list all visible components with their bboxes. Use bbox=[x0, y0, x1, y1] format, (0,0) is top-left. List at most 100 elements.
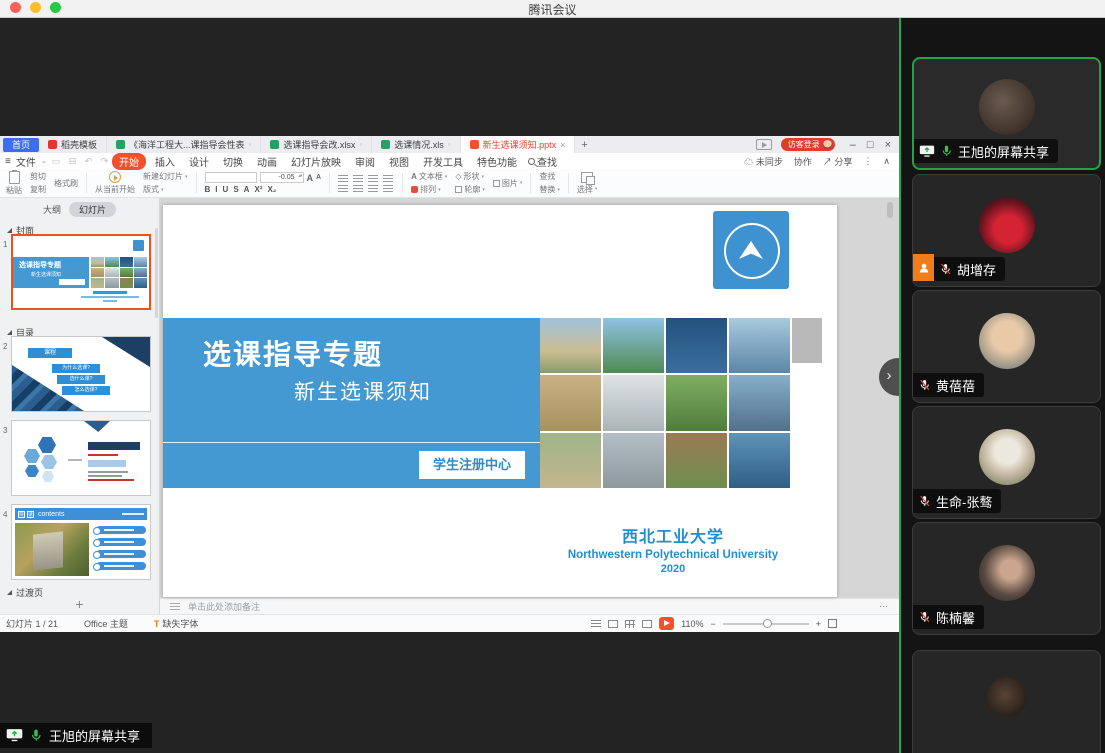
find-button[interactable]: 查找 bbox=[539, 171, 560, 182]
missing-font-warning[interactable]: T 缺失字体 bbox=[154, 617, 199, 630]
zoom-slider-knob[interactable] bbox=[763, 619, 772, 628]
underline-button[interactable]: U bbox=[223, 185, 229, 194]
slide-editor[interactable]: 选课指导专题 新生选课须知 学生注册中心 西北工业大学 Nor bbox=[163, 205, 837, 597]
panel-expand-button[interactable]: › bbox=[879, 358, 899, 396]
video-mode-icon[interactable] bbox=[756, 139, 772, 150]
strikethrough-button[interactable]: S bbox=[233, 185, 238, 194]
share-button[interactable]: ↗ 分享 bbox=[823, 155, 853, 168]
textbox-button[interactable]: A文本框▾ bbox=[411, 171, 447, 182]
doc-tab-xls-2[interactable]: 选课情况.xls ◦ bbox=[372, 136, 460, 153]
more-menu-icon[interactable]: ⋮ bbox=[863, 156, 872, 167]
menu-view[interactable]: 视图 bbox=[382, 153, 416, 170]
find-menu[interactable]: 查找 bbox=[528, 154, 557, 169]
play-from-current-button[interactable]: 从当前开始 bbox=[95, 171, 135, 195]
normal-view-icon[interactable] bbox=[591, 620, 601, 628]
picture-button[interactable]: 图片▾ bbox=[493, 178, 523, 189]
copy-button[interactable]: 复制 bbox=[30, 184, 46, 195]
zoom-in-button[interactable]: + bbox=[816, 619, 821, 629]
slide-thumbnail-2[interactable]: 课程 为什么选课? 选什么课? 怎么选课? bbox=[11, 336, 151, 412]
zoom-out-button[interactable]: − bbox=[710, 619, 715, 629]
menu-design[interactable]: 设计 bbox=[182, 153, 216, 170]
decrease-font-icon[interactable]: A bbox=[316, 174, 321, 181]
zoom-level[interactable]: 110% bbox=[681, 619, 703, 629]
participant-tile[interactable]: 陈楠馨 bbox=[912, 522, 1101, 635]
pin-icon[interactable]: ◦ bbox=[448, 140, 451, 149]
italic-button[interactable]: I bbox=[215, 185, 217, 194]
participant-tile-partial[interactable] bbox=[912, 650, 1101, 753]
pin-icon[interactable]: ◦ bbox=[359, 140, 362, 149]
notes-bar[interactable]: 单击此处添加备注 ⋯ bbox=[160, 598, 899, 614]
format-painter-button[interactable]: 格式刷 bbox=[54, 178, 78, 189]
indent-decrease-icon[interactable] bbox=[368, 175, 378, 182]
fit-slide-icon[interactable] bbox=[828, 619, 837, 628]
arrange-button[interactable]: 排列▾ bbox=[411, 184, 447, 195]
slide-view-icon[interactable] bbox=[608, 620, 618, 628]
add-slide-button[interactable]: + bbox=[0, 596, 159, 612]
outline-button[interactable]: 轮廓▾ bbox=[455, 184, 485, 195]
menu-insert[interactable]: 插入 bbox=[148, 153, 182, 170]
sync-status[interactable]: ☁ 未同步 bbox=[744, 155, 783, 168]
notes-more-icon[interactable]: ⋯ bbox=[879, 601, 889, 612]
menu-animation[interactable]: 动画 bbox=[250, 153, 284, 170]
align-right-icon[interactable] bbox=[368, 185, 378, 192]
zoom-slider[interactable] bbox=[723, 623, 809, 625]
collapse-ribbon-icon[interactable]: ∧ bbox=[883, 156, 890, 167]
align-center-icon[interactable] bbox=[353, 185, 363, 192]
font-size-input[interactable]: -0.05 bbox=[260, 172, 304, 183]
replace-button[interactable]: 替换▾ bbox=[539, 184, 560, 195]
menu-devtools[interactable]: 开发工具 bbox=[416, 153, 470, 170]
maximize-icon[interactable]: □ bbox=[867, 139, 874, 151]
bold-button[interactable]: B bbox=[205, 185, 211, 194]
collaborate-button[interactable]: 协作 bbox=[794, 155, 812, 168]
reading-view-icon[interactable] bbox=[642, 620, 652, 628]
doc-tab-docer[interactable]: 稻壳模板 bbox=[39, 136, 107, 153]
new-slide-button[interactable]: 新建幻灯片▾ bbox=[143, 171, 188, 182]
menu-transition[interactable]: 切换 bbox=[216, 153, 250, 170]
superscript-button[interactable]: X² bbox=[254, 185, 262, 194]
subscript-button[interactable]: X₂ bbox=[267, 185, 276, 194]
tab-outline[interactable]: 大纲 bbox=[43, 203, 61, 216]
panel-scrollbar[interactable] bbox=[155, 228, 158, 318]
doc-tab-pptx-active[interactable]: 新生选课须知.pptx × bbox=[461, 136, 576, 153]
slideshow-play-button[interactable] bbox=[659, 617, 674, 630]
slide-thumbnail-3[interactable] bbox=[11, 420, 151, 496]
file-menu[interactable]: ≡ 文件 ⌄ ▭ ⊟ ↶ ↷ bbox=[0, 154, 112, 169]
pin-icon[interactable]: ◦ bbox=[249, 140, 252, 149]
participant-tile[interactable]: 黄蓓蓓 bbox=[912, 290, 1101, 403]
doc-tab-xls-1[interactable]: 《海洋工程大...课指导会性表 ◦ bbox=[107, 136, 261, 153]
guest-login-badge[interactable]: 访客登录 bbox=[781, 138, 835, 151]
minimize-icon[interactable]: – bbox=[850, 139, 856, 151]
numbering-icon[interactable] bbox=[353, 175, 363, 182]
slide-thumbnail-4[interactable]: 目 录 contents bbox=[11, 504, 151, 580]
paste-button[interactable]: 粘贴 bbox=[6, 171, 22, 196]
justify-icon[interactable] bbox=[383, 185, 393, 192]
layout-button[interactable]: 版式▾ bbox=[143, 184, 188, 195]
cut-button[interactable]: 剪切 bbox=[30, 171, 46, 182]
font-name-input[interactable] bbox=[205, 172, 257, 183]
quick-toolbar-icons[interactable]: ▭ ⊟ ↶ ↷ bbox=[52, 156, 112, 167]
increase-font-icon[interactable]: A bbox=[307, 173, 314, 183]
slide-canvas[interactable]: 选课指导专题 新生选课须知 学生注册中心 西北工业大学 Nor bbox=[160, 198, 899, 598]
menu-slideshow[interactable]: 幻灯片放映 bbox=[284, 153, 348, 170]
slide-thumbnail-1[interactable]: 选课指导专题 新生选课须知 bbox=[11, 234, 151, 310]
tab-slides[interactable]: 幻灯片 bbox=[69, 202, 116, 217]
font-color-button[interactable]: A bbox=[244, 185, 250, 194]
doc-tab-xlsx[interactable]: 选课指导会改.xlsx ◦ bbox=[261, 136, 372, 153]
menu-review[interactable]: 审阅 bbox=[348, 153, 382, 170]
menu-features[interactable]: 特色功能 bbox=[470, 153, 524, 170]
bullets-icon[interactable] bbox=[338, 175, 348, 182]
participant-tile[interactable]: 王旭的屏幕共享 bbox=[912, 57, 1101, 170]
indent-increase-icon[interactable] bbox=[383, 175, 393, 182]
menu-home[interactable]: 开始 bbox=[112, 153, 146, 170]
sorter-view-icon[interactable] bbox=[625, 620, 635, 628]
align-left-icon[interactable] bbox=[338, 185, 348, 192]
wps-home-tab[interactable]: 首页 bbox=[3, 138, 39, 152]
shape-button[interactable]: ◇形状▾ bbox=[455, 171, 485, 182]
new-tab-button[interactable]: + bbox=[581, 139, 587, 151]
close-icon[interactable]: × bbox=[885, 139, 891, 151]
close-tab-icon[interactable]: × bbox=[560, 140, 565, 150]
select-button[interactable]: 选择▾ bbox=[577, 172, 598, 195]
participant-tile[interactable]: 胡增存 bbox=[912, 174, 1101, 287]
canvas-scrollbar[interactable] bbox=[887, 202, 893, 218]
participant-tile[interactable]: 生命-张骜 bbox=[912, 406, 1101, 519]
